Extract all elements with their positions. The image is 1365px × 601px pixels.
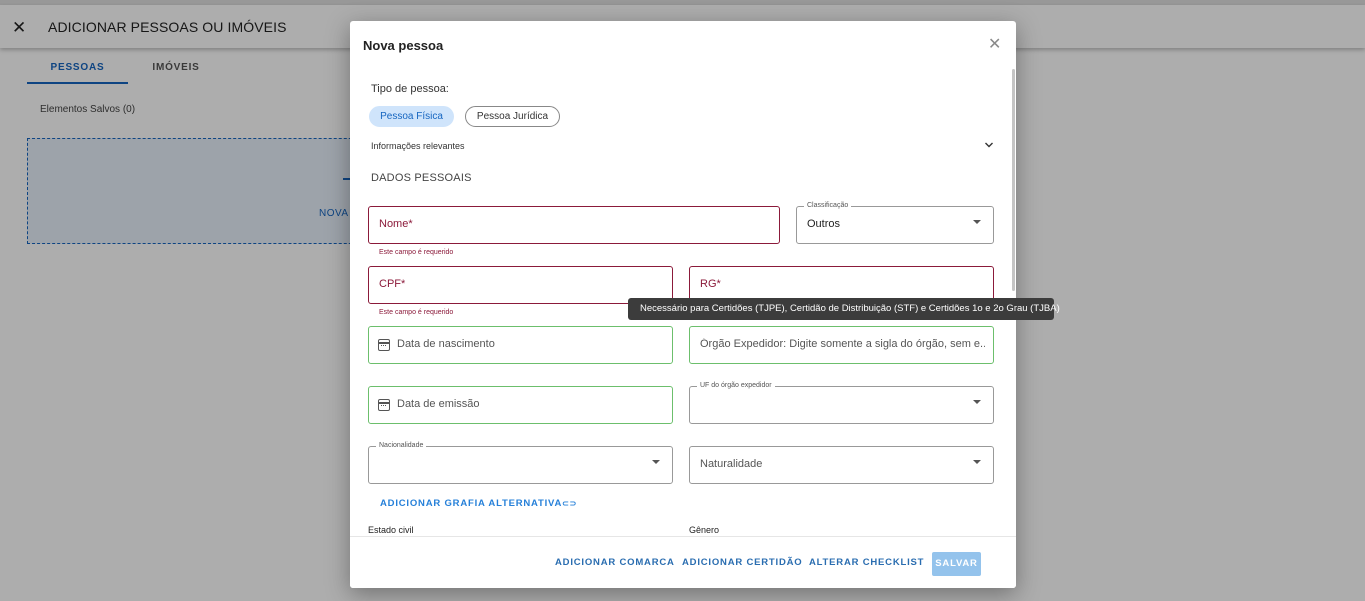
issuing-agency-placeholder: Órgão Expedidor: Digite somente a sigla … — [700, 338, 985, 350]
rg-tooltip: Necessário para Certidões (TJPE), Certid… — [628, 298, 1060, 320]
calendar-icon[interactable] — [378, 399, 390, 411]
birth-date-field[interactable]: Data de nascimento — [368, 326, 673, 364]
nome-placeholder: Nome* — [379, 218, 413, 230]
person-type-label: Tipo de pessoa: — [371, 83, 449, 95]
nationality-select[interactable]: Nacionalidade — [368, 442, 673, 484]
issuing-agency-field[interactable]: Órgão Expedidor: Digite somente a sigla … — [689, 326, 994, 364]
issue-date-field[interactable]: Data de emissão — [368, 386, 673, 424]
classificacao-value: Outros — [807, 218, 841, 230]
chevron-down-icon[interactable] — [984, 139, 994, 153]
dialog-footer: ADICIONAR COMARCA ADICIONAR CERTIDÃO ALT… — [350, 536, 1016, 588]
cpf-placeholder: CPF* — [379, 278, 406, 290]
marital-status-label: Estado civil — [368, 525, 414, 535]
issue-date-placeholder: Data de emissão — [397, 398, 480, 410]
nationality-legend: Nacionalidade — [376, 442, 427, 449]
naturalness-placeholder: Naturalidade — [700, 458, 763, 470]
chip-pessoa-fisica[interactable]: Pessoa Física — [369, 106, 454, 127]
add-certificate-button[interactable]: ADICIONAR CERTIDÃO — [682, 557, 802, 568]
nome-field[interactable]: Nome* — [368, 206, 780, 244]
cpf-helper-text: Este campo é requerido — [379, 309, 454, 316]
scrollbar-thumb[interactable] — [1012, 69, 1015, 291]
classificacao-select[interactable]: Classificação Outros — [796, 202, 994, 244]
caret-down-icon — [973, 460, 981, 464]
cpf-field[interactable]: CPF* — [368, 266, 673, 304]
relevant-info-toggle[interactable]: Informações relevantes — [371, 141, 465, 151]
naturalness-select[interactable]: Naturalidade — [689, 446, 994, 484]
save-button[interactable]: SALVAR — [932, 552, 981, 576]
nome-helper-text: Este campo é requerido — [379, 249, 454, 256]
link-icon: ⊂⊃ — [562, 499, 578, 508]
calendar-icon[interactable] — [378, 339, 390, 351]
change-checklist-button[interactable]: ALTERAR CHECKLIST — [809, 557, 924, 568]
add-alternative-spelling-link[interactable]: ADICIONAR GRAFIA ALTERNATIVA⊂⊃ — [380, 498, 577, 509]
uf-agency-select[interactable]: UF do órgão expedidor — [689, 382, 994, 424]
classificacao-legend: Classificação — [804, 202, 852, 209]
caret-down-icon — [973, 220, 981, 224]
chip-pessoa-juridica[interactable]: Pessoa Jurídica — [465, 106, 560, 127]
dialog-title: Nova pessoa — [363, 38, 444, 53]
rg-placeholder: RG* — [700, 278, 721, 290]
birth-date-placeholder: Data de nascimento — [397, 338, 495, 350]
section-title: DADOS PESSOAIS — [371, 172, 472, 184]
alt-spelling-label: ADICIONAR GRAFIA ALTERNATIVA — [380, 498, 563, 509]
gender-label: Gênero — [689, 525, 720, 535]
caret-down-icon — [652, 460, 660, 464]
add-comarca-button[interactable]: ADICIONAR COMARCA — [555, 557, 675, 568]
caret-down-icon — [973, 400, 981, 404]
uf-agency-legend: UF do órgão expedidor — [697, 382, 775, 389]
close-icon[interactable]: ✕ — [988, 37, 1001, 53]
